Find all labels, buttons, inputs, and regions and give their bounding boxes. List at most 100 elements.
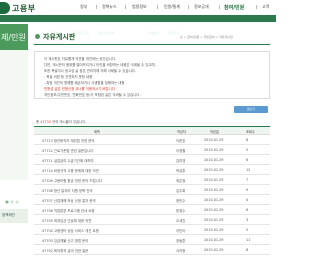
breadcrumb: 홈 > 참여/민원 > 국민참여 > 자유게시판 (180, 35, 233, 39)
top-nav: 정부 정책뉴스 법령정보 민원/통계 정보공개 참여/민원 고객 (78, 4, 276, 12)
post-title[interactable]: 47709 고용보험 환급 관련 문의 드립니다 (42, 178, 102, 183)
post-title[interactable]: 47708 청년 일자리 지원 정책 건의 (42, 188, 93, 193)
post-date: 2010.01.29 (204, 237, 224, 242)
table-row[interactable]: 47712 근로기준법 관련 질문입니다 이경철 2010.01.29 5 (34, 145, 270, 155)
post-writer: 이경철 (176, 148, 186, 153)
post-count-suffix: 건의 게시물이 있습니다. (52, 120, 87, 124)
nav-item-participation[interactable]: 참여/민원 (224, 4, 244, 11)
table-row[interactable]: 47713 정년퇴직자 재취업 관련 문의 이준호 2010.01.29 8 (34, 135, 270, 145)
title-bullet-icon (35, 34, 40, 39)
column-header-hits: 조회수 (246, 129, 255, 134)
notice-line: 다만, 게시판의 품위를 떨어뜨리거나 타인을 비방하는 내용은 삭제될 수 있… (44, 63, 156, 67)
post-date: 2010.01.29 (204, 247, 224, 252)
nav-divider (256, 4, 257, 9)
column-header-title: 제목 (94, 129, 100, 134)
post-title[interactable]: 47705 최저임금 인상에 대한 의견 (42, 218, 91, 223)
sidebar-banner-text: 정책제안 (2, 213, 15, 217)
post-writer: 이민아 (176, 228, 186, 233)
main-content: 자유게시판 홈 > 참여/민원 > 국민참여 > 자유게시판 이 게시판은 자유… (34, 24, 272, 260)
notice-warning: 민원성 글은 민원신청 코너를 이용하시기 바랍니다. (44, 87, 116, 91)
nav-item-law[interactable]: 법령정보 (132, 4, 147, 10)
post-hits: 7 (246, 177, 249, 182)
post-hits: 5 (246, 227, 249, 232)
post-writer: 한경수 (176, 208, 186, 213)
nav-divider (96, 4, 97, 9)
post-hits: 8 (246, 137, 249, 142)
carousel-dots[interactable] (5, 200, 23, 204)
post-count-value: 47733 (40, 120, 51, 124)
table-row[interactable]: 47707 산업재해 보상 신청 절차 문의 정민수 2010.01.29 4 (34, 195, 270, 205)
nav-item-gov[interactable]: 정부 (80, 4, 87, 10)
nav-item-stats[interactable]: 민원/통계 (164, 4, 180, 10)
post-writer: 정민수 (176, 198, 186, 203)
post-hits: 12 (246, 167, 251, 172)
post-title[interactable]: 47703 임금체불 신고 방법 문의 (42, 238, 88, 243)
nav-divider (219, 4, 220, 9)
post-writer: 오세진 (176, 218, 186, 223)
sidebar-heading-text: 제/민원 (1, 33, 26, 42)
table-row[interactable]: 47702 육아휴직 급여 관련 질문 서지현 2010.01.29 8 (34, 245, 270, 255)
nav-item-info[interactable]: 정보공개 (194, 4, 209, 10)
post-date: 2010.01.29 (204, 167, 224, 172)
table-header: 제목 작성자 작성일 조회수 (34, 126, 270, 135)
post-writer: 김주희 (176, 188, 186, 193)
post-hits: 8 (246, 247, 249, 252)
sidebar: 제/민원 정책제안 (0, 24, 28, 260)
table-row[interactable]: 47706 직업훈련 프로그램 안내 요청 한경수 2010.01.29 6 (34, 205, 270, 215)
post-writer: 장동훈 (176, 238, 186, 243)
post-date: 2010.01.29 (204, 207, 224, 212)
site-logo[interactable]: 고용부 (12, 3, 36, 14)
post-title[interactable]: 47707 산업재해 보상 신청 절차 문의 (42, 198, 96, 203)
table-row[interactable]: 47711 실업급여 수급기간에 대하여 김미영 2010.01.29 6 (34, 155, 270, 165)
post-date: 2010.01.29 (204, 197, 224, 202)
notice-line: - 특정 개인의 명예를 훼손하거나 사생활을 침해하는 내용 (44, 81, 125, 85)
table-row[interactable]: 47704 고용센터 상담 서비스 개선 요청 이민아 2010.01.29 5 (34, 225, 270, 235)
table-row[interactable]: 47710 비정규직 고용 문제에 대한 의견 박상훈 2010.01.29 1… (34, 165, 270, 175)
post-writer: 박상훈 (176, 168, 186, 173)
post-writer: 서지현 (176, 248, 186, 253)
post-hits: 3 (246, 217, 249, 222)
notice-line: 개인정보(주민번호, 전화번호 등)가 포함된 글은 삭제될 수 있습니다. (44, 93, 141, 97)
post-writer: 최은정 (176, 178, 186, 183)
notice-line: - 욕설 비방 등 건전하지 못한 내용 (44, 75, 93, 79)
sidebar-menu (0, 50, 28, 180)
post-title[interactable]: 47704 고용센터 상담 서비스 개선 요청 (42, 228, 99, 233)
nav-divider (157, 4, 158, 9)
post-title[interactable]: 47710 비정규직 고용 문제에 대한 의견 (42, 168, 99, 173)
post-writer: 이준호 (176, 138, 186, 143)
post-date: 2010.01.29 (204, 157, 224, 162)
title-divider (34, 44, 270, 45)
post-date: 2010.01.29 (204, 137, 224, 142)
board-notice: 이 게시판은 자유롭게 의견을 개진하는 공간입니다. 다만, 게시판의 품위를… (34, 51, 270, 99)
post-title[interactable]: 47706 직업훈련 프로그램 안내 요청 (42, 208, 95, 213)
table-row[interactable]: 47703 임금체불 신고 방법 문의 장동훈 2010.01.29 11 (34, 235, 270, 245)
column-header-writer: 작성자 (177, 129, 186, 134)
nav-divider (125, 4, 126, 9)
nav-item-news[interactable]: 정책뉴스 (102, 4, 117, 10)
table-row[interactable]: 47709 고용보험 환급 관련 문의 드립니다 최은정 2010.01.29 … (34, 175, 270, 185)
table-row[interactable]: 47708 청년 일자리 지원 정책 건의 김주희 2010.01.29 9 (34, 185, 270, 195)
sub-nav-bar: 국민제안 고객만족도조사 장관과의대화 자유게시판 정책토론 공직비리 (0, 15, 276, 35)
post-date: 2010.01.29 (204, 147, 224, 152)
post-title[interactable]: 47711 실업급여 수급기간에 대하여 (42, 158, 93, 163)
post-hits: 5 (246, 147, 249, 152)
post-title[interactable]: 47702 육아휴직 급여 관련 질문 (42, 248, 88, 253)
notice-line: 이 게시판은 자유롭게 의견을 개진하는 공간입니다. (44, 57, 116, 61)
table-row[interactable]: 47705 최저임금 인상에 대한 의견 오세진 2010.01.29 3 (34, 215, 270, 225)
post-writer: 김미영 (176, 158, 186, 163)
post-date: 2010.01.29 (204, 177, 224, 182)
board-toolbar: 글쓰기 (34, 106, 270, 114)
post-hits: 9 (246, 187, 249, 192)
post-hits: 6 (246, 207, 249, 212)
post-title[interactable]: 47712 근로기준법 관련 질문입니다 (42, 148, 93, 153)
nav-divider (188, 4, 189, 9)
sidebar-heading: 제/민원 (0, 24, 28, 50)
logo-icon (0, 2, 10, 14)
nav-item-customer[interactable]: 고객 (262, 4, 269, 10)
write-button[interactable]: 글쓰기 (234, 106, 268, 113)
post-date: 2010.01.29 (204, 227, 224, 232)
post-hits: 11 (246, 237, 251, 242)
page-title-bar: 자유게시판 홈 > 참여/민원 > 국민참여 > 자유게시판 (34, 32, 270, 42)
sidebar-banner[interactable]: 정책제안 (0, 209, 28, 223)
post-title[interactable]: 47713 정년퇴직자 재취업 관련 문의 (42, 138, 95, 143)
